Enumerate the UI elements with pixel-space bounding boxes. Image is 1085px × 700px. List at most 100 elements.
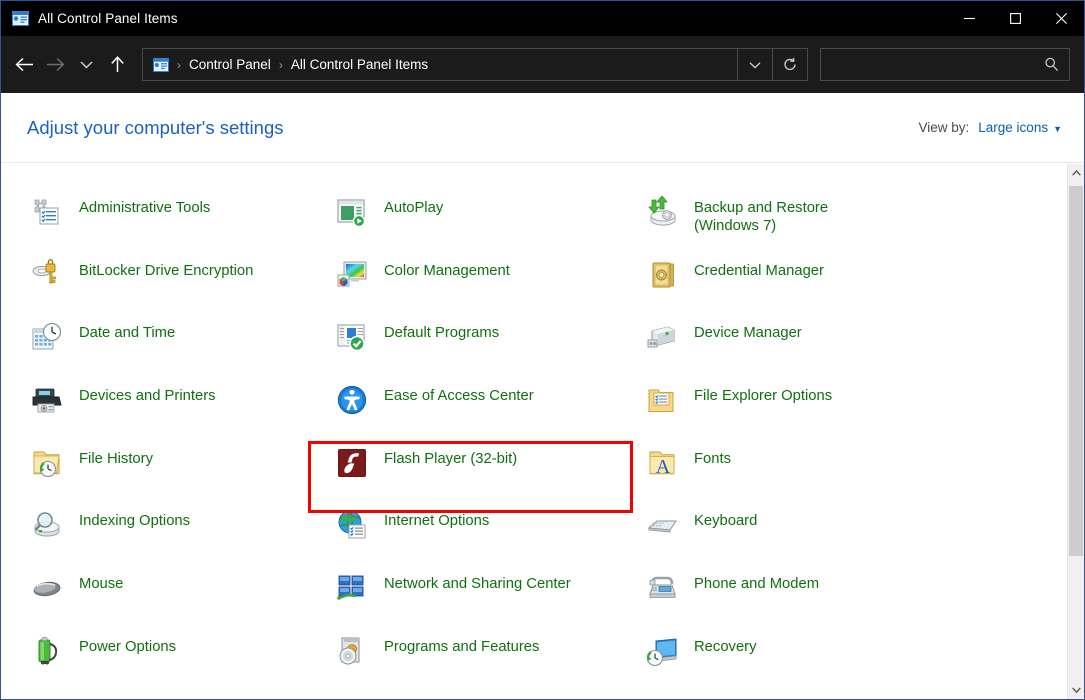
search-input[interactable] [821, 57, 1044, 72]
control-panel-item-label[interactable]: Administrative Tools [79, 196, 210, 217]
control-panel-item-label[interactable]: Fonts [694, 447, 731, 468]
control-panel-item-flash-player[interactable]: Flash Player (32-bit) [336, 443, 646, 506]
control-panel-item-label[interactable]: Devices and Printers [79, 384, 216, 405]
credential-manager-icon [646, 259, 678, 291]
fonts-icon: A [646, 447, 678, 479]
control-panel-item-label[interactable]: File Explorer Options [694, 384, 832, 405]
control-panel-item-label[interactable]: Flash Player (32-bit) [384, 447, 517, 468]
control-panel-item-label[interactable]: Default Programs [384, 321, 499, 342]
breadcrumb-actions [737, 49, 807, 80]
recent-locations-button[interactable] [71, 46, 102, 84]
backup-and-restore-icon [646, 196, 678, 228]
control-panel-item-label[interactable]: Programs and Features [384, 635, 539, 656]
chevron-down-icon[interactable] [737, 49, 772, 80]
scroll-down-button[interactable] [1068, 681, 1084, 699]
control-panel-item-label[interactable]: Network and Sharing Center [384, 572, 571, 593]
breadcrumb-separator: › [177, 58, 181, 72]
items-row: Administrative Tools AutoPlay Backup and… [1, 192, 1067, 255]
control-panel-item-label[interactable]: Phone and Modem [694, 572, 819, 593]
control-panel-item-label[interactable]: Mouse [79, 572, 123, 593]
svg-text:A: A [656, 456, 671, 478]
control-panel-item-administrative-tools[interactable]: Administrative Tools [1, 192, 336, 255]
control-panel-item-label[interactable]: Date and Time [79, 321, 175, 342]
view-by-value[interactable]: Large icons [978, 120, 1048, 135]
maximize-button[interactable] [992, 1, 1038, 36]
control-panel-item-color-management[interactable]: Color Management [336, 255, 646, 318]
control-panel-item-label[interactable]: Recovery [694, 635, 757, 656]
search-icon[interactable] [1044, 57, 1059, 72]
color-management-icon [336, 259, 368, 291]
control-panel-item-recovery[interactable]: Recovery [646, 631, 956, 694]
control-panel-item-network-sharing[interactable]: Network and Sharing Center [336, 568, 646, 631]
view-by-control[interactable]: View by: Large icons ▼ [919, 120, 1063, 135]
control-panel-item-power-options[interactable]: Power Options [1, 631, 336, 694]
title-bar: All Control Panel Items [1, 1, 1084, 36]
control-panel-item-label[interactable]: AutoPlay [384, 196, 443, 217]
control-panel-item-indexing-options[interactable]: Indexing Options [1, 505, 336, 568]
control-panel-item-file-history[interactable]: File History [1, 443, 336, 506]
control-panel-item-label[interactable]: BitLocker Drive Encryption [79, 259, 253, 280]
items-row: Power Options Programs and Features Reco… [1, 631, 1067, 694]
control-panel-item-label[interactable]: File History [79, 447, 153, 468]
items-row: BitLocker Drive Encryption Color Managem… [1, 255, 1067, 318]
control-panel-item-file-explorer-options[interactable]: File Explorer Options [646, 380, 956, 443]
control-panel-item-bitlocker[interactable]: BitLocker Drive Encryption [1, 255, 336, 318]
close-button[interactable] [1038, 1, 1084, 36]
control-panel-items-grid: Administrative Tools AutoPlay Backup and… [1, 164, 1067, 694]
chevron-down-icon[interactable]: ▼ [1053, 124, 1062, 134]
programs-and-features-icon [336, 635, 368, 667]
bitlocker-icon [31, 259, 63, 291]
control-panel-item-devices-and-printers[interactable]: Devices and Printers [1, 380, 336, 443]
control-panel-item-default-programs[interactable]: Default Programs [336, 317, 646, 380]
control-panel-item-label[interactable]: Ease of Access Center [384, 384, 534, 405]
refresh-icon[interactable] [772, 49, 807, 80]
minimize-button[interactable] [946, 1, 992, 36]
control-panel-item-mouse[interactable]: Mouse [1, 568, 336, 631]
file-history-icon [31, 447, 63, 479]
control-panel-item-programs-and-features[interactable]: Programs and Features [336, 631, 646, 694]
control-panel-icon [12, 11, 29, 26]
control-panel-item-fonts[interactable]: A Fonts [646, 443, 956, 506]
items-row: Mouse Network and Sharing Center Phone a… [1, 568, 1067, 631]
items-row: Indexing Options Internet Options Keyboa… [1, 505, 1067, 568]
control-panel-item-label[interactable]: Credential Manager [694, 259, 824, 280]
flash-player-icon [336, 447, 368, 479]
breadcrumb-item-all-control-panel-items[interactable]: All Control Panel Items [291, 57, 428, 72]
scrollbar-thumb[interactable] [1069, 186, 1083, 556]
control-panel-item-ease-of-access[interactable]: Ease of Access Center [336, 380, 646, 443]
view-by-label: View by: [919, 120, 970, 135]
network-sharing-icon [336, 572, 368, 604]
control-panel-item-backup-and-restore[interactable]: Backup and Restore (Windows 7) [646, 192, 956, 255]
control-panel-item-device-manager[interactable]: Device Manager [646, 317, 956, 380]
control-panel-icon [153, 58, 169, 72]
search-box[interactable] [820, 48, 1070, 81]
control-panel-item-label[interactable]: Internet Options [384, 509, 489, 530]
control-panel-item-label[interactable]: Device Manager [694, 321, 802, 342]
control-panel-item-label[interactable]: Color Management [384, 259, 510, 280]
control-panel-item-internet-options[interactable]: Internet Options [336, 505, 646, 568]
control-panel-item-label[interactable]: Keyboard [694, 509, 757, 530]
internet-options-icon [336, 509, 368, 541]
back-button[interactable] [9, 46, 40, 84]
breadcrumb[interactable]: › Control Panel › All Control Panel Item… [142, 48, 808, 81]
recovery-icon [646, 635, 678, 667]
control-panel-item-label[interactable]: Power Options [79, 635, 176, 656]
vertical-scrollbar[interactable] [1067, 164, 1084, 699]
control-panel-item-label[interactable]: Indexing Options [79, 509, 190, 530]
page-title: Adjust your computer's settings [27, 117, 283, 139]
control-panel-item-keyboard[interactable]: Keyboard [646, 505, 956, 568]
control-panel-item-label[interactable]: Backup and Restore (Windows 7) [694, 196, 894, 235]
up-button[interactable] [102, 46, 133, 84]
control-panel-item-credential-manager[interactable]: Credential Manager [646, 255, 956, 318]
control-panel-window: All Control Panel Items [0, 0, 1085, 700]
control-panel-item-autoplay[interactable]: AutoPlay [336, 192, 646, 255]
device-manager-icon [646, 321, 678, 353]
control-panel-item-phone-and-modem[interactable]: Phone and Modem [646, 568, 956, 631]
forward-button[interactable] [40, 46, 71, 84]
control-panel-item-date-and-time[interactable]: Date and Time [1, 317, 336, 380]
file-explorer-options-icon [646, 384, 678, 416]
ease-of-access-icon [336, 384, 368, 416]
breadcrumb-item-control-panel[interactable]: Control Panel [189, 57, 271, 72]
scroll-up-button[interactable] [1068, 164, 1084, 182]
keyboard-icon [646, 509, 678, 541]
